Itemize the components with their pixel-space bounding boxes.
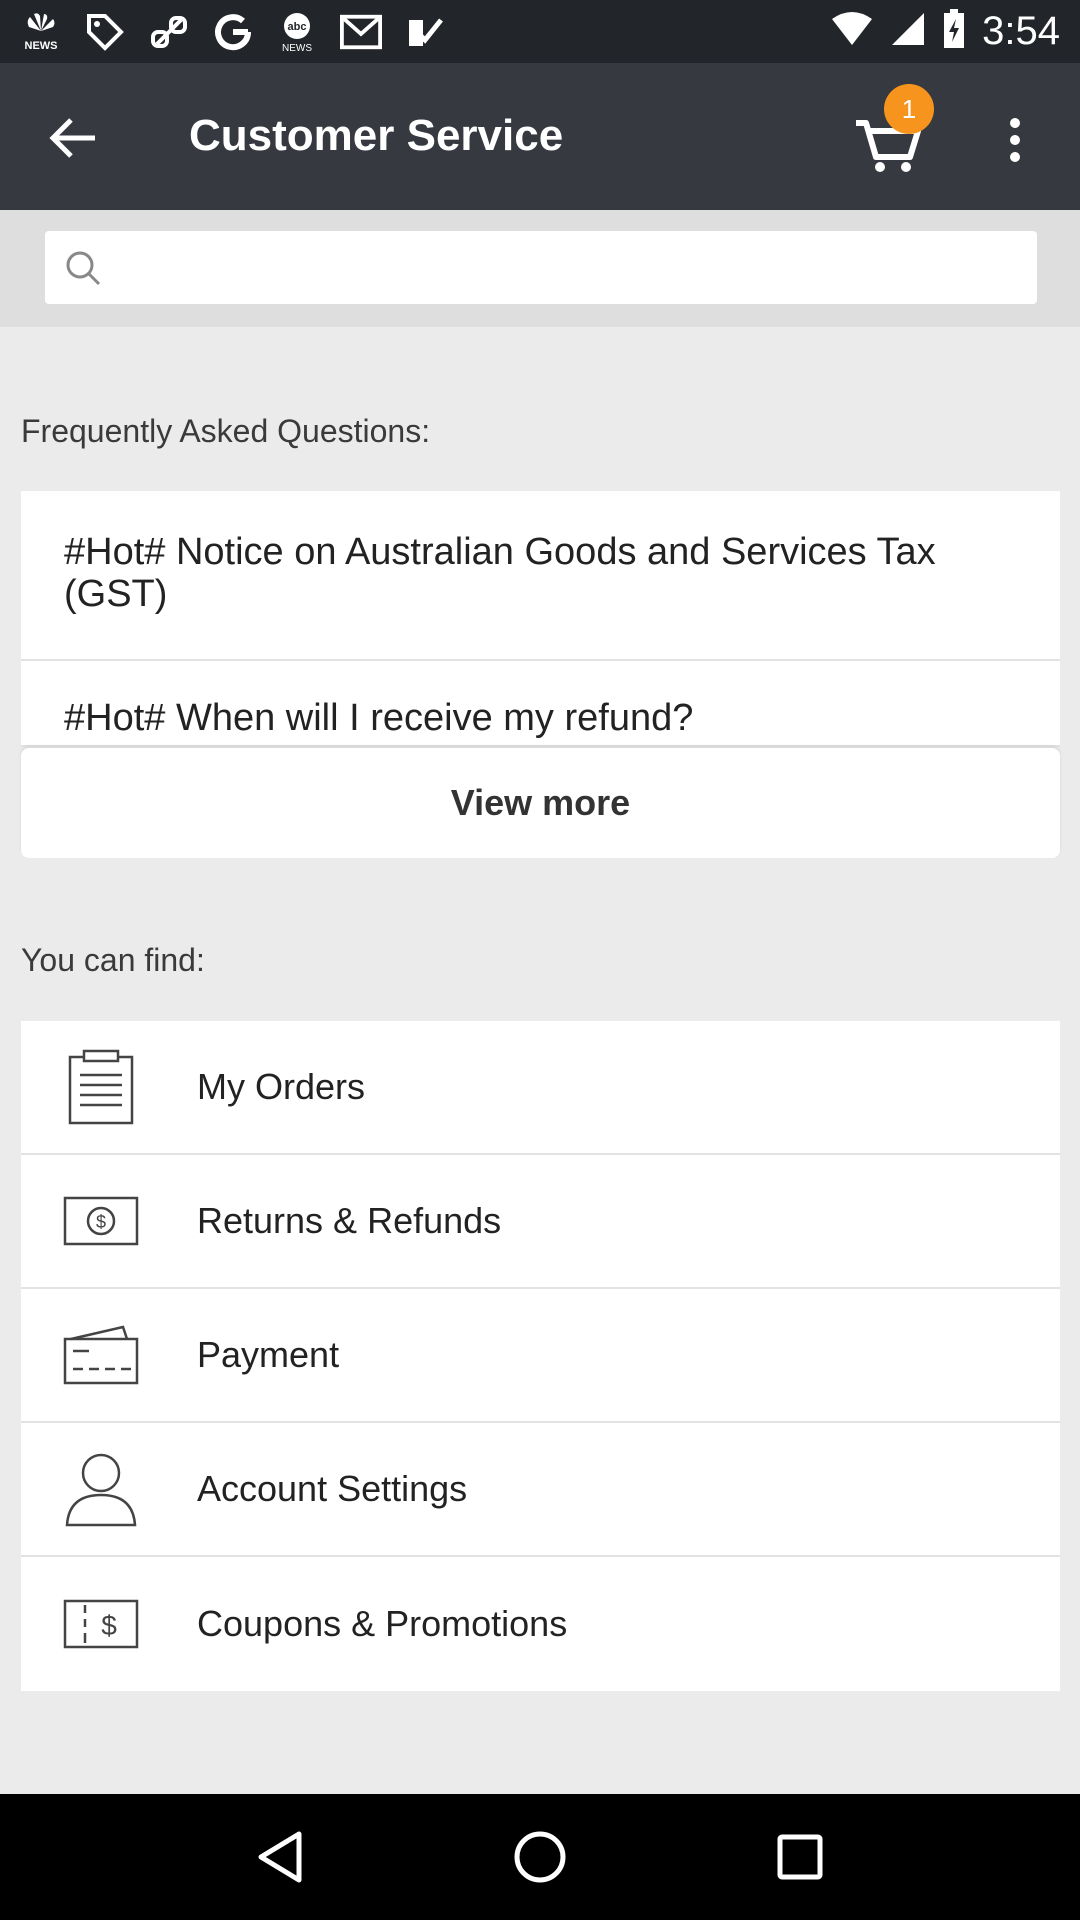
nav-home-icon xyxy=(514,1831,566,1883)
search-area xyxy=(0,210,1080,327)
search-input[interactable] xyxy=(119,237,1037,298)
svg-text:$: $ xyxy=(96,1212,106,1232)
gmail-icon xyxy=(340,11,382,53)
coupon-icon: $ xyxy=(61,1584,141,1664)
faq-item-refund[interactable]: #Hot# When will I receive my refund? xyxy=(21,661,1060,747)
arrow-back-icon xyxy=(49,118,95,158)
search-box[interactable] xyxy=(45,231,1037,304)
system-nav-bar xyxy=(0,1794,1080,1920)
check-icon xyxy=(404,11,446,53)
faq-list: #Hot# Notice on Australian Goods and Ser… xyxy=(21,491,1060,747)
abc-news-icon: abc NEWS xyxy=(276,11,318,53)
svg-text:NEWS: NEWS xyxy=(282,43,312,53)
nbc-news-icon: NEWS xyxy=(20,11,62,53)
person-icon xyxy=(61,1449,141,1529)
find-item-label: My Orders xyxy=(197,1066,366,1107)
find-item-coupons-promotions[interactable]: $ Coupons & Promotions xyxy=(21,1557,1060,1691)
view-more-button[interactable]: View more xyxy=(21,748,1060,858)
nav-back-button[interactable] xyxy=(240,1817,320,1897)
card-icon xyxy=(61,1315,141,1395)
more-vertical-icon xyxy=(1010,118,1020,162)
overflow-menu-button[interactable] xyxy=(990,105,1040,175)
status-bar: NEWS abc NEWS 3:54 xyxy=(0,0,1080,63)
cart-count-badge: 1 xyxy=(884,84,934,134)
link-icon xyxy=(148,11,190,53)
status-time: 3:54 xyxy=(982,9,1060,53)
find-heading: You can find: xyxy=(21,942,205,978)
svg-text:NEWS: NEWS xyxy=(25,40,58,52)
nav-recents-button[interactable] xyxy=(760,1817,840,1897)
find-item-label: Payment xyxy=(197,1334,340,1375)
battery-icon xyxy=(942,9,966,54)
app-bar: Customer Service 1 xyxy=(0,63,1080,210)
svg-text:$: $ xyxy=(101,1610,117,1641)
find-item-label: Account Settings xyxy=(197,1468,468,1509)
find-item-label: Coupons & Promotions xyxy=(197,1603,568,1644)
nav-home-button[interactable] xyxy=(500,1817,580,1897)
find-item-returns-refunds[interactable]: $ Returns & Refunds xyxy=(21,1155,1060,1289)
refund-money-icon: $ xyxy=(61,1181,141,1261)
find-item-my-orders[interactable]: My Orders xyxy=(21,1021,1060,1155)
search-icon xyxy=(66,251,101,285)
nav-recents-icon xyxy=(777,1834,823,1880)
nav-back-icon xyxy=(258,1831,302,1883)
clipboard-icon xyxy=(61,1047,141,1127)
signal-icon xyxy=(890,11,926,52)
wifi-icon xyxy=(830,11,874,52)
notification-icons: NEWS abc NEWS xyxy=(20,11,446,53)
find-item-payment[interactable]: Payment xyxy=(21,1289,1060,1423)
svg-text:abc: abc xyxy=(288,21,307,33)
back-button[interactable] xyxy=(40,105,106,171)
find-item-label: Returns & Refunds xyxy=(197,1200,502,1241)
faq-heading: Frequently Asked Questions: xyxy=(21,413,431,449)
find-list: My Orders $ Returns & Refunds Payment Ac… xyxy=(21,1021,1060,1691)
google-icon xyxy=(212,11,254,53)
faq-item-gst[interactable]: #Hot# Notice on Australian Goods and Ser… xyxy=(21,491,1060,661)
page-title: Customer Service xyxy=(189,111,564,160)
tag-icon xyxy=(84,11,126,53)
find-item-account-settings[interactable]: Account Settings xyxy=(21,1423,1060,1557)
